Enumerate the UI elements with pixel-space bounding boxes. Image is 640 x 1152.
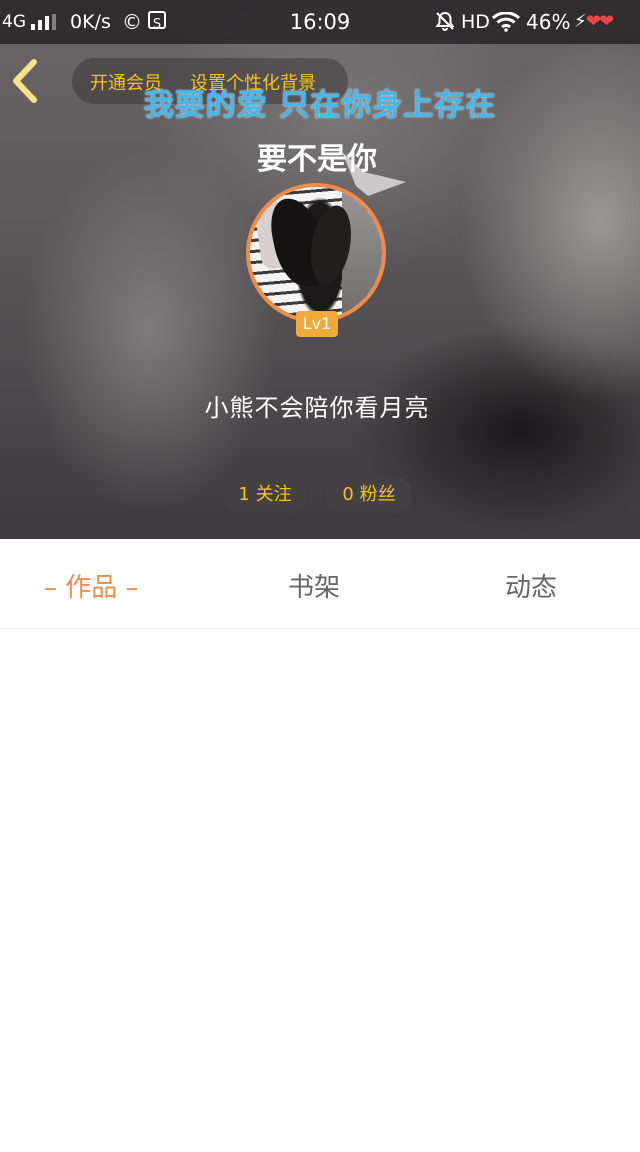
hd-indicator: HD: [461, 11, 490, 33]
tab-bookshelf[interactable]: 书架: [288, 567, 340, 604]
tab-content-area: [0, 629, 640, 1152]
wifi-icon: [491, 11, 521, 37]
lyric-text: 我要的爱 只在你身上存在: [143, 88, 497, 123]
profile-tabs: – 作品 – 书架 动态: [0, 539, 640, 629]
tab-works[interactable]: – 作品 –: [44, 567, 139, 604]
tab-activity[interactable]: 动态: [505, 567, 557, 604]
avatar[interactable]: [246, 183, 386, 323]
charging-icon: ⚡: [574, 11, 587, 32]
fans-count-button[interactable]: 0 粉丝: [326, 476, 412, 513]
bell-muted-icon: [434, 10, 456, 39]
heart-icon: ❤❤: [586, 11, 614, 32]
follow-count-button[interactable]: 1 关注: [223, 476, 307, 513]
song-title: 要不是你: [257, 142, 377, 177]
user-nickname: 小熊不会陪你看月亮: [204, 394, 430, 422]
status-bar: 4G 0K/s © S 16:09 HD 46% ⚡ ❤❤: [0, 0, 640, 44]
battery-level: 46%: [526, 10, 571, 34]
level-badge: Lv1: [296, 311, 338, 337]
